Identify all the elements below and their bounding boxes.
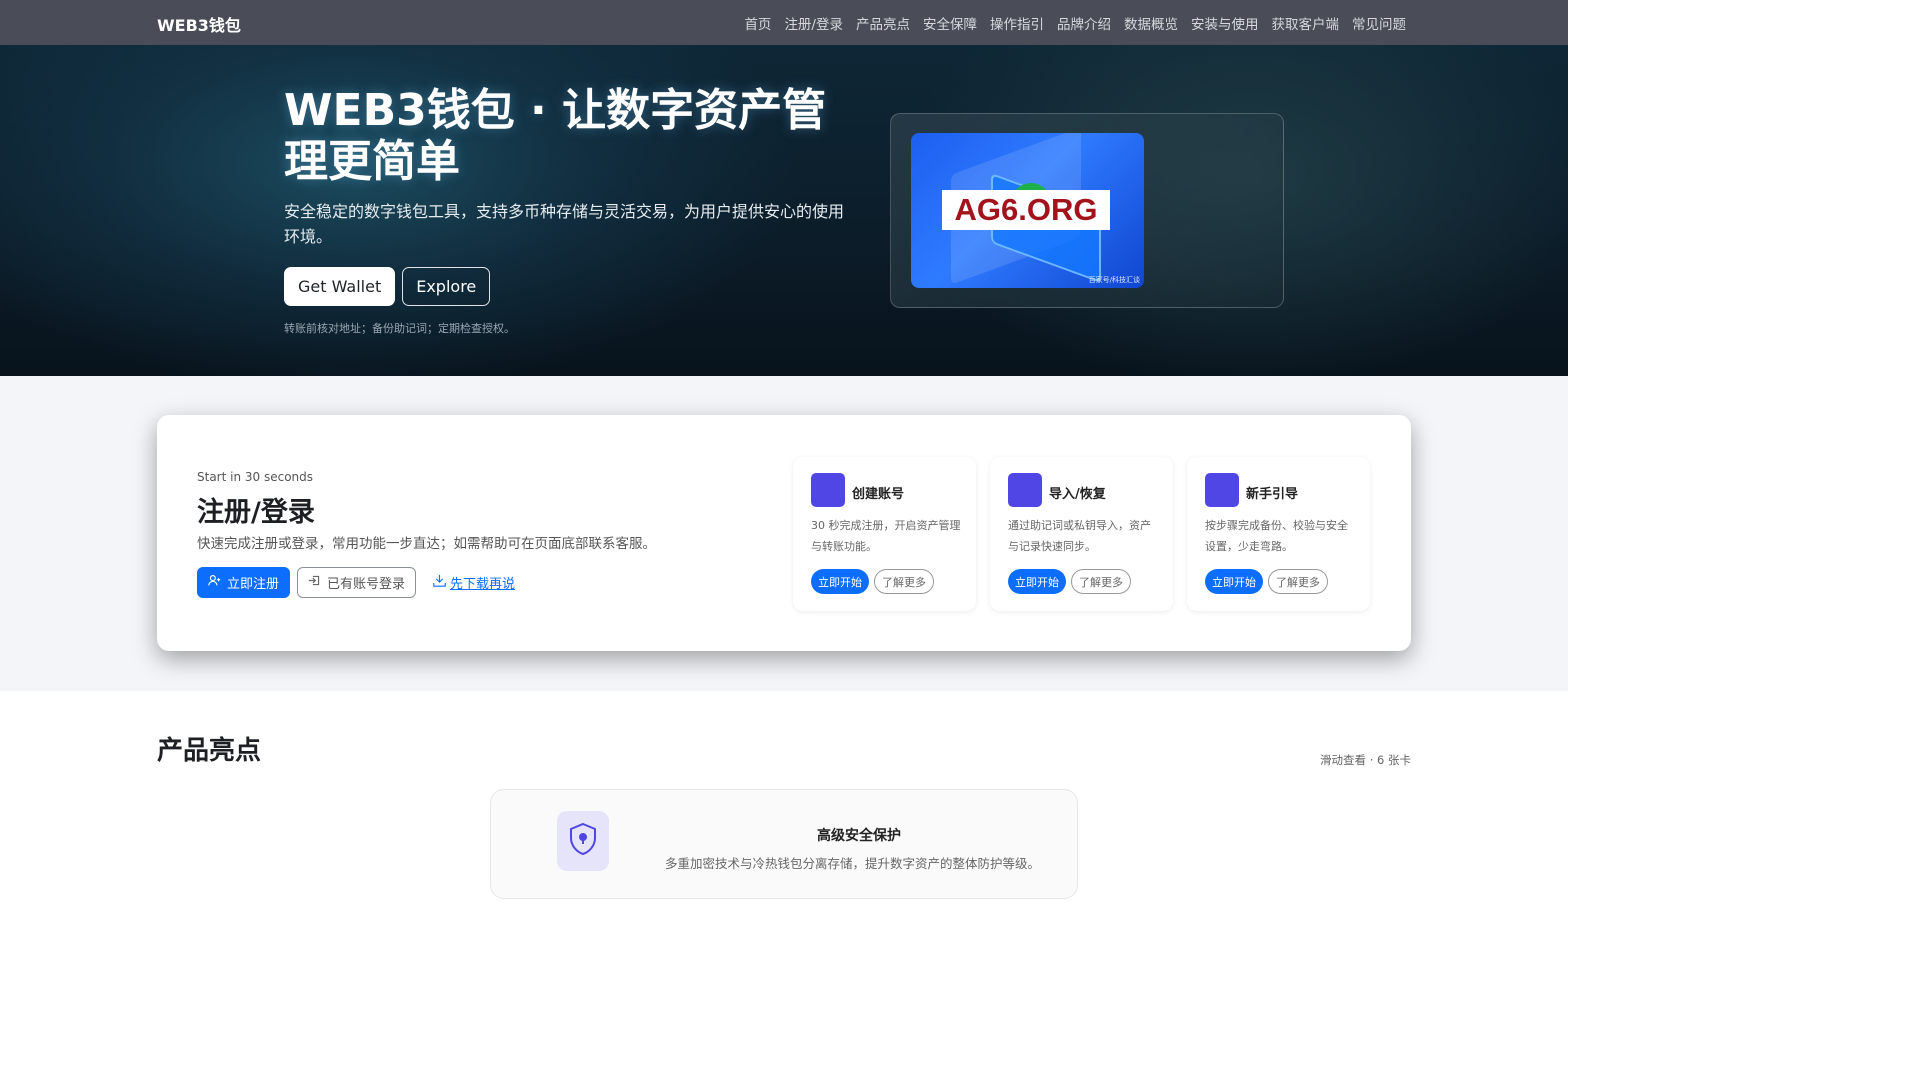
hero-buttons: Get Wallet Explore (284, 267, 491, 306)
hero-image-card: AG6.ORG 百家号/科技汇谈 (890, 113, 1284, 308)
nav-link-highlights[interactable]: 产品亮点 (856, 13, 910, 33)
create-account-more-button[interactable]: 了解更多 (874, 569, 934, 594)
create-account-icon (811, 473, 845, 507)
register-button[interactable]: 立即注册 (197, 567, 291, 598)
login-icon (308, 574, 321, 591)
beginner-guide-icon (1205, 473, 1239, 507)
get-wallet-button[interactable]: Get Wallet (284, 267, 396, 306)
beginner-guide-description: 按步骤完成备份、校验与安全设置，少走弯路。 (1205, 519, 1348, 553)
import-restore-actions: 立即开始 了解更多 (1008, 569, 1131, 594)
register-description: 快速完成注册或登录，常用功能一步直达；如需帮助可在页面底部联系客服。 (197, 536, 656, 552)
beginner-guide-card: 新手引导 按步骤完成备份、校验与安全设置，少走弯路。 立即开始 了解更多 (1187, 457, 1370, 611)
download-link[interactable]: 先下载再说 (433, 573, 515, 592)
import-restore-start-button[interactable]: 立即开始 (1008, 569, 1066, 594)
brand-logo[interactable]: WEB3钱包 (157, 12, 241, 36)
watermark-logo-text: AG6.ORG (954, 192, 1098, 227)
import-restore-icon (1008, 473, 1042, 507)
nav-link-faq[interactable]: 常见问题 (1352, 13, 1406, 33)
nav-link-client[interactable]: 获取客户端 (1272, 13, 1340, 33)
create-account-actions: 立即开始 了解更多 (811, 569, 934, 594)
hero-image: AG6.ORG 百家号/科技汇谈 (911, 133, 1144, 288)
create-account-card: 创建账号 30 秒完成注册，开启资产管理与转账功能。 立即开始 了解更多 (793, 457, 976, 611)
import-restore-title: 导入/恢复 (1049, 487, 1106, 502)
hero-title: WEB3钱包 · 让数字资产管理更简单 (284, 85, 827, 187)
user-plus-icon (208, 574, 221, 591)
highlights-title: 产品亮点 (157, 736, 262, 766)
top-navbar: WEB3钱包 首页 注册/登录 产品亮点 安全保障 操作指引 品牌介绍 数据概览… (0, 0, 1568, 45)
feature-icon-wrapper (557, 811, 609, 871)
register-kicker: Start in 30 seconds (197, 470, 314, 484)
image-caption: 百家号/科技汇谈 (1088, 276, 1140, 284)
download-link-label: 先下载再说 (450, 577, 516, 592)
create-account-start-button[interactable]: 立即开始 (811, 569, 869, 594)
register-section: Start in 30 seconds 注册/登录 快速完成注册或登录，常用功能… (0, 376, 1568, 691)
create-account-description: 30 秒完成注册，开启资产管理与转账功能。 (811, 519, 961, 553)
import-restore-description: 通过助记词或私钥导入，资产与记录快速同步。 (1008, 519, 1151, 553)
nav-link-data[interactable]: 数据概览 (1124, 13, 1178, 33)
beginner-guide-actions: 立即开始 了解更多 (1205, 569, 1328, 594)
nav-link-guide[interactable]: 操作指引 (990, 13, 1044, 33)
hero-safety-note: 转账前核对地址；备份助记词；定期检查授权。 (284, 322, 515, 335)
import-restore-more-button[interactable]: 了解更多 (1071, 569, 1131, 594)
register-actions: 立即注册 已有账号登录 先下载再说 (197, 567, 515, 598)
download-icon (433, 574, 446, 591)
hero-section: WEB3钱包 · 让数字资产管理更简单 安全稳定的数字钱包工具，支持多币种存储与… (0, 45, 1568, 376)
feature-description: 多重加密技术与冷热钱包分离存储，提升数字资产的整体防护等级。 (665, 856, 1041, 871)
highlights-scroll-hint: 滑动查看 · 6 张卡 (1320, 753, 1411, 767)
nav-link-register-login[interactable]: 注册/登录 (784, 13, 843, 33)
register-title: 注册/登录 (197, 497, 315, 528)
register-card: Start in 30 seconds 注册/登录 快速完成注册或登录，常用功能… (157, 415, 1411, 651)
register-button-label: 立即注册 (227, 577, 280, 592)
nav-link-brand[interactable]: 品牌介绍 (1057, 13, 1111, 33)
feature-title: 高级安全保护 (817, 828, 901, 844)
create-account-title: 创建账号 (852, 487, 905, 502)
feature-card[interactable]: 高级安全保护 多重加密技术与冷热钱包分离存储，提升数字资产的整体防护等级。 (490, 789, 1078, 899)
nav-link-home[interactable]: 首页 (744, 13, 771, 33)
login-button[interactable]: 已有账号登录 (297, 567, 417, 598)
hero-description: 安全稳定的数字钱包工具，支持多币种存储与灵活交易，为用户提供安心的使用环境。 (284, 202, 845, 246)
beginner-guide-start-button[interactable]: 立即开始 (1205, 569, 1263, 594)
nav-link-install[interactable]: 安装与使用 (1191, 13, 1259, 33)
watermark-logo: AG6.ORG (942, 190, 1110, 230)
import-restore-card: 导入/恢复 通过助记词或私钥导入，资产与记录快速同步。 立即开始 了解更多 (990, 457, 1173, 611)
nav-links: 首页 注册/登录 产品亮点 安全保障 操作指引 品牌介绍 数据概览 安装与使用 … (744, 13, 1406, 33)
shield-icon (568, 822, 598, 860)
beginner-guide-more-button[interactable]: 了解更多 (1268, 569, 1328, 594)
beginner-guide-title: 新手引导 (1246, 487, 1299, 502)
login-button-label: 已有账号登录 (327, 577, 406, 592)
nav-link-security[interactable]: 安全保障 (923, 13, 977, 33)
explore-button[interactable]: Explore (402, 267, 491, 306)
